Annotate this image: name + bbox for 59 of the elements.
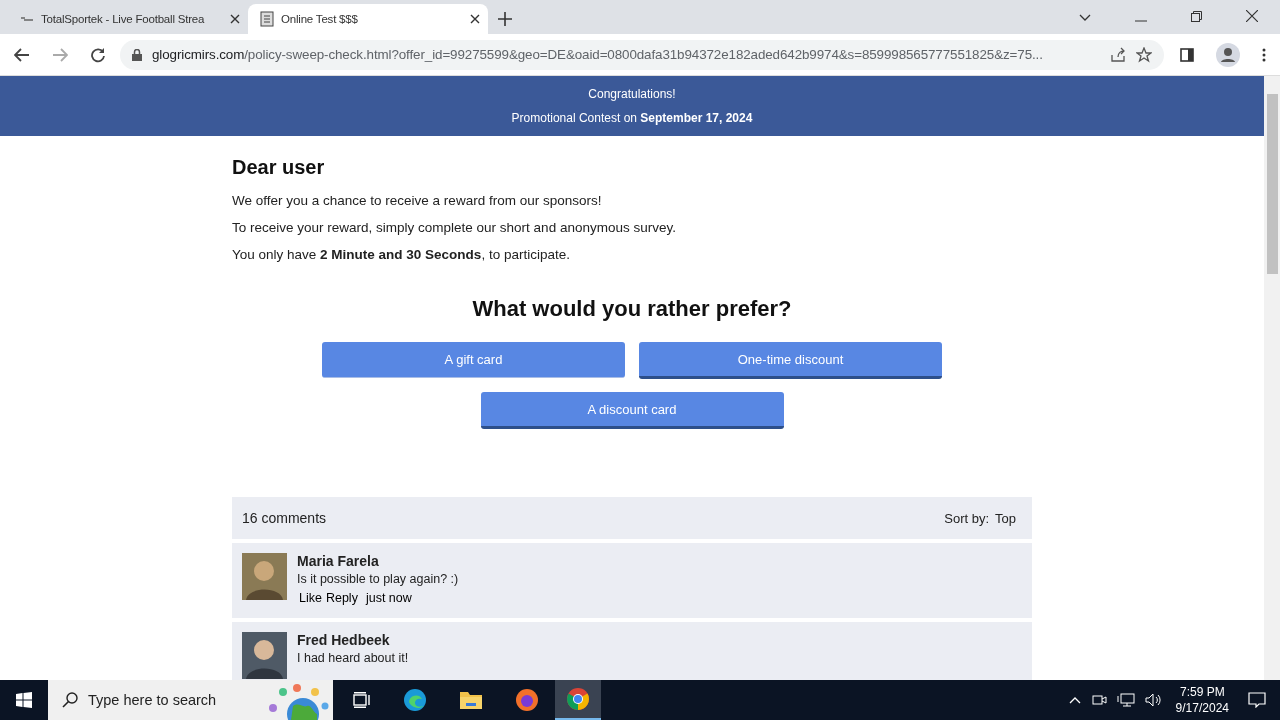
folder-icon[interactable] — [459, 690, 483, 710]
comment-text: Is it possible to play again? :) — [297, 572, 459, 586]
profile-icon[interactable] — [1216, 42, 1240, 67]
comment-time: just now — [365, 591, 412, 605]
avatar — [242, 553, 287, 600]
windows-icon[interactable] — [16, 692, 32, 708]
like-link[interactable]: Like — [299, 591, 322, 605]
clock-time[interactable]: 7:59 PM — [1179, 684, 1225, 700]
sort-option[interactable]: Top — [995, 510, 1016, 526]
close-icon[interactable] — [470, 14, 480, 24]
edge-icon[interactable] — [403, 688, 427, 712]
side-panel-icon[interactable] — [1180, 47, 1194, 62]
tab-title: TotalSportek - Live Football Strea — [41, 13, 206, 25]
share-icon[interactable] — [1110, 46, 1126, 63]
avatar — [242, 632, 287, 679]
taskbar-search[interactable]: Type here to search — [48, 680, 333, 720]
chrome-taskbar-button[interactable] — [555, 680, 601, 720]
search-icon — [62, 692, 78, 708]
sort-label: Sort by: — [944, 510, 990, 526]
task-view-icon[interactable] — [353, 692, 371, 708]
tab-title: Online Test $$$ — [281, 13, 359, 25]
comment-text: I had heard about it! — [297, 651, 409, 665]
clock-date[interactable]: 9/17/2024 — [1175, 700, 1229, 716]
chevron-down-icon[interactable] — [1079, 14, 1091, 22]
address-bar[interactable]: glogricmirs.com/policy-sweep-check.html?offer_id=99275599&geo=DE&oaid=0800dafa31b94372e182aded642b9974&s=859998565777551825&z=75... — [120, 39, 1164, 70]
browser-tab[interactable]: Online Test $$$ — [248, 4, 488, 34]
firefox-icon[interactable] — [515, 688, 539, 712]
commenter-name: Fred Hedbeek — [297, 632, 391, 648]
star-icon[interactable] — [1136, 46, 1152, 63]
close-icon[interactable] — [1246, 10, 1258, 22]
greeting: Dear user — [232, 156, 326, 179]
banner-title: Congratulations! — [588, 87, 676, 101]
camera-icon[interactable] — [1090, 693, 1107, 707]
browser-tab[interactable]: TotalSportek - Live Football Strea — [8, 4, 248, 34]
question: What would you rather prefer? — [471, 296, 793, 322]
close-icon[interactable] — [230, 14, 240, 24]
answer-button[interactable]: A discount card — [480, 392, 784, 429]
back-icon[interactable] — [14, 47, 30, 62]
scrollbar[interactable] — [1264, 76, 1280, 680]
chrome-icon — [566, 687, 590, 711]
banner-subtitle: Promotional Contest on September 17, 2024 — [511, 111, 753, 125]
paragraph: We offer you a chance to receive a reward from our sponsors! — [232, 193, 603, 208]
network-icon[interactable] — [1116, 693, 1135, 707]
menu-icon[interactable] — [1262, 47, 1266, 62]
paragraph: You only have 2 Minute and 30 Seconds, to participate. — [232, 247, 571, 262]
answer-button[interactable]: One-time discount — [639, 342, 942, 379]
chevron-up-icon[interactable] — [1068, 696, 1081, 704]
paragraph: To receive your reward, simply complete our short and anonymous survey. — [232, 220, 677, 235]
notifications-icon[interactable] — [1248, 692, 1266, 708]
commenter-name: Maria Farela — [297, 553, 380, 569]
reply-link[interactable]: Reply — [325, 591, 358, 605]
new-tab-icon[interactable] — [498, 12, 512, 26]
lock-icon — [132, 48, 142, 61]
restore-icon[interactable] — [1191, 11, 1202, 22]
comment-count: 16 comments — [242, 510, 328, 526]
answer-button[interactable]: A gift card — [322, 342, 625, 378]
reload-icon[interactable] — [90, 46, 106, 63]
document-icon — [260, 11, 274, 27]
speaker-icon[interactable] — [1144, 693, 1163, 707]
